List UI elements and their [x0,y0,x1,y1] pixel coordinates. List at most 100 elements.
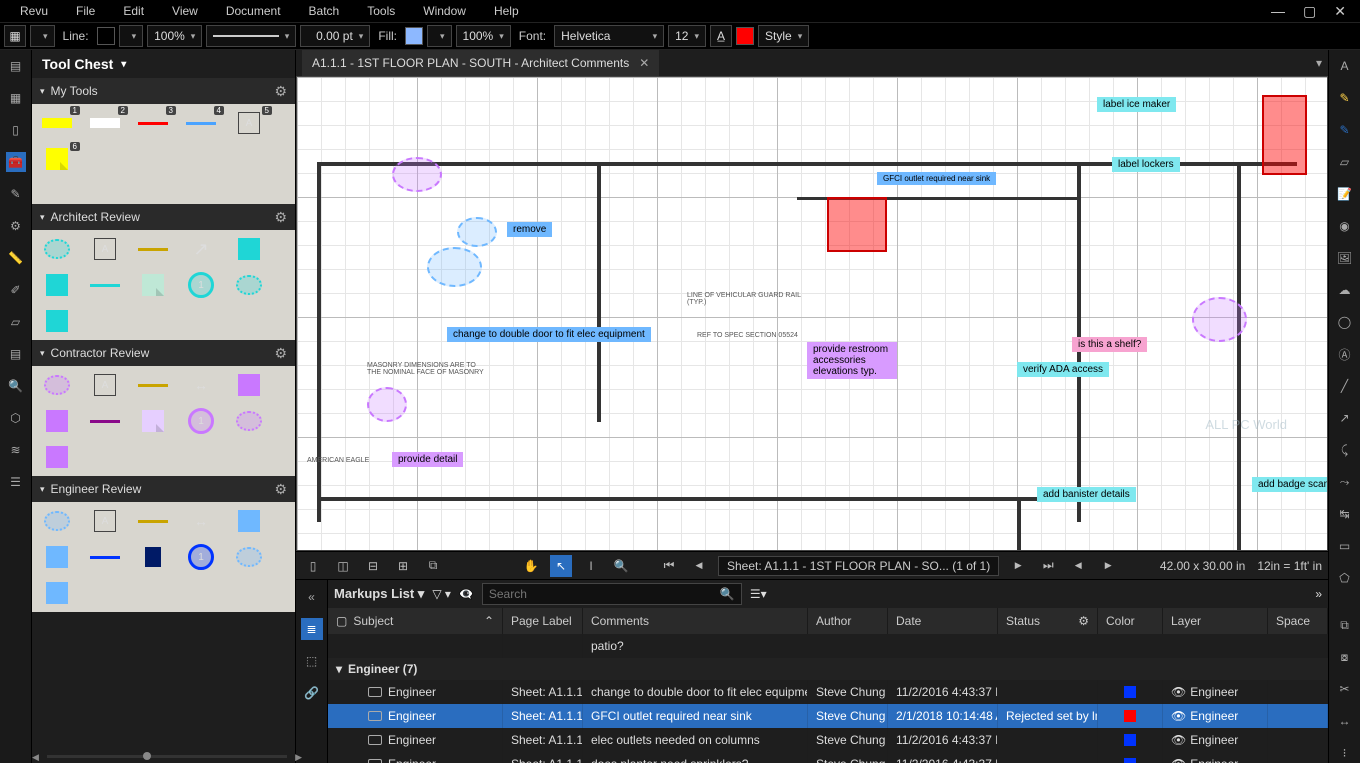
menu-edit[interactable]: Edit [109,4,158,18]
tool-eraser-icon[interactable]: ▱ [1335,152,1355,172]
cloud-markup[interactable] [457,217,497,247]
tool-item-textbox[interactable]: A [86,372,124,398]
markups-title[interactable]: Markups List ▾ [334,586,424,602]
sheet-field[interactable]: Sheet: A1.1.1 - 1ST FLOOR PLAN - SO... (… [718,556,999,576]
tool-item-ring[interactable]: 1 [182,408,220,434]
tool-highlight-icon[interactable]: ✎ [1335,88,1355,108]
gear-icon[interactable] [274,209,287,226]
window-maximize-icon[interactable]: ▢ [1303,3,1316,20]
tool-line-icon[interactable]: ╱ [1335,376,1355,396]
toolchest-group-header[interactable]: ▾Contractor Review [32,340,295,366]
nav-fwd-icon[interactable] [1097,555,1119,577]
gear-icon[interactable] [274,345,287,362]
line-style-dropdown[interactable] [206,25,296,47]
callout[interactable]: remove [507,222,552,237]
tab-menu-icon[interactable]: ▾ [1316,56,1328,70]
gear-icon[interactable] [274,83,287,100]
menu-view[interactable]: View [158,4,212,18]
tool-pen-icon[interactable]: ✎ [1335,120,1355,140]
tool-item-highlight[interactable]: 2 [86,110,124,136]
callout[interactable]: label ice maker [1097,97,1176,112]
toolchest-group-header[interactable]: ▾Architect Review [32,204,295,230]
cloud-markup[interactable] [1192,297,1247,342]
tool-measure-icon[interactable]: ↔ [1335,711,1355,731]
tool-note-icon[interactable]: 📝 [1335,184,1355,204]
split-horz-icon[interactable]: ⊟ [362,555,384,577]
panel-shapes-icon[interactable]: ▱ [6,312,26,332]
text-color-swatch[interactable] [736,27,754,45]
callout[interactable]: verify ADA access [1017,362,1109,377]
font-name-dropdown[interactable]: Helvetica [554,25,664,47]
menu-batch[interactable]: Batch [295,4,354,18]
tool-item-textbox[interactable]: A [86,236,124,262]
red-patch[interactable] [827,197,887,252]
tool-item-dimarrow[interactable]: ↔ [182,372,220,398]
panel-signatures-icon[interactable]: ✎ [6,184,26,204]
tool-cut-icon[interactable]: ✂ [1335,679,1355,699]
panel-sketch-icon[interactable]: ✐ [6,280,26,300]
line-opacity-dropdown[interactable]: 100% [147,25,202,47]
tool-item-flag[interactable] [134,544,172,570]
panel-studio-icon[interactable]: ☰ [6,472,26,492]
tool-item-fill[interactable] [38,408,76,434]
panel-form-icon[interactable]: ⬡ [6,408,26,428]
expand-icon[interactable]: » [1315,587,1322,601]
tool-stamp-icon[interactable]: ◉ [1335,216,1355,236]
search-icon[interactable]: 🔍 [720,587,735,601]
tool-snapshot-icon[interactable]: ⧇ [1335,647,1355,667]
fill-color-dropdown[interactable] [427,25,452,47]
markups-row[interactable]: EngineerSheet: A1.1.1 -...change to doub… [328,680,1328,704]
tool-arc-icon[interactable]: ⤹ [1335,440,1355,460]
first-page-icon[interactable] [658,555,680,577]
tool-item-dim[interactable]: ↔ [182,508,220,534]
zoom-slider[interactable] [32,749,302,763]
document-viewport[interactable]: removechange to double door to fit elec … [296,76,1328,551]
cloud-markup[interactable] [367,387,407,422]
markups-list-icon[interactable]: ≣ [301,618,323,640]
tool-item-fill[interactable] [38,544,76,570]
menu-document[interactable]: Document [212,4,295,18]
menu-revu[interactable]: Revu [6,4,62,18]
panel-settings-icon[interactable]: ⚙ [6,216,26,236]
col-color[interactable]: Color [1098,608,1163,634]
col-comments[interactable]: Comments [583,608,808,634]
document-tab[interactable]: A1.1.1 - 1ST FLOOR PLAN - SOUTH - Archit… [302,50,659,76]
window-close-icon[interactable]: ✕ [1334,3,1346,20]
cloud-markup[interactable] [427,247,482,287]
tool-item-line[interactable] [86,544,124,570]
menu-tools[interactable]: Tools [353,4,409,18]
tool-ellipse-icon[interactable]: ◯ [1335,312,1355,332]
col-page[interactable]: Page Label [503,608,583,634]
tool-arrow-icon[interactable]: ↗ [1335,408,1355,428]
tool-item-pen[interactable] [134,236,172,262]
markups-group-header[interactable]: ▾Engineer (7) [328,658,1328,680]
col-subject[interactable]: ▢ Subject⌃ [328,608,503,634]
nav-back-icon[interactable] [1067,555,1089,577]
line-width-field[interactable]: 0.00 pt [300,25,370,47]
menu-window[interactable]: Window [409,4,480,18]
line-color-dropdown[interactable] [119,25,144,47]
tool-accepted-icon[interactable]: Ⓐ [1335,344,1355,364]
tool-item-pen[interactable]: 3 [134,110,172,136]
tool-item-cloud[interactable] [230,408,268,434]
markups-search[interactable]: 🔍 [482,583,742,605]
callout[interactable]: provide detail [392,452,463,467]
gear-icon[interactable] [274,481,287,498]
markups-row[interactable]: EngineerSheet: A1.1.1 -...GFCI outlet re… [328,704,1328,728]
tool-count-icon[interactable]: ⁝ [1335,743,1355,763]
col-status[interactable]: Status⚙ [998,608,1098,634]
toolchest-title[interactable]: Tool Chest [32,50,295,78]
callout[interactable]: GFCI outlet required near sink [877,172,996,185]
tool-item-cloud[interactable] [38,508,76,534]
tool-item-sticky[interactable] [134,408,172,434]
tool-rect-icon[interactable]: ▭ [1335,536,1355,556]
tool-cloud-icon[interactable]: ☁ [1335,280,1355,300]
profile-icon[interactable]: ▦ [4,25,26,47]
hide-markups-icon[interactable]: 👁‍🗨 [459,587,474,601]
tool-item-pen[interactable] [134,508,172,534]
toolchest-group-header[interactable]: ▾Engineer Review [32,476,295,502]
tool-textbox-icon[interactable]: A [1335,56,1355,76]
pan-icon[interactable]: ✋ [520,555,542,577]
split-vert-icon[interactable]: ◫ [332,555,354,577]
col-date[interactable]: Date [888,608,998,634]
